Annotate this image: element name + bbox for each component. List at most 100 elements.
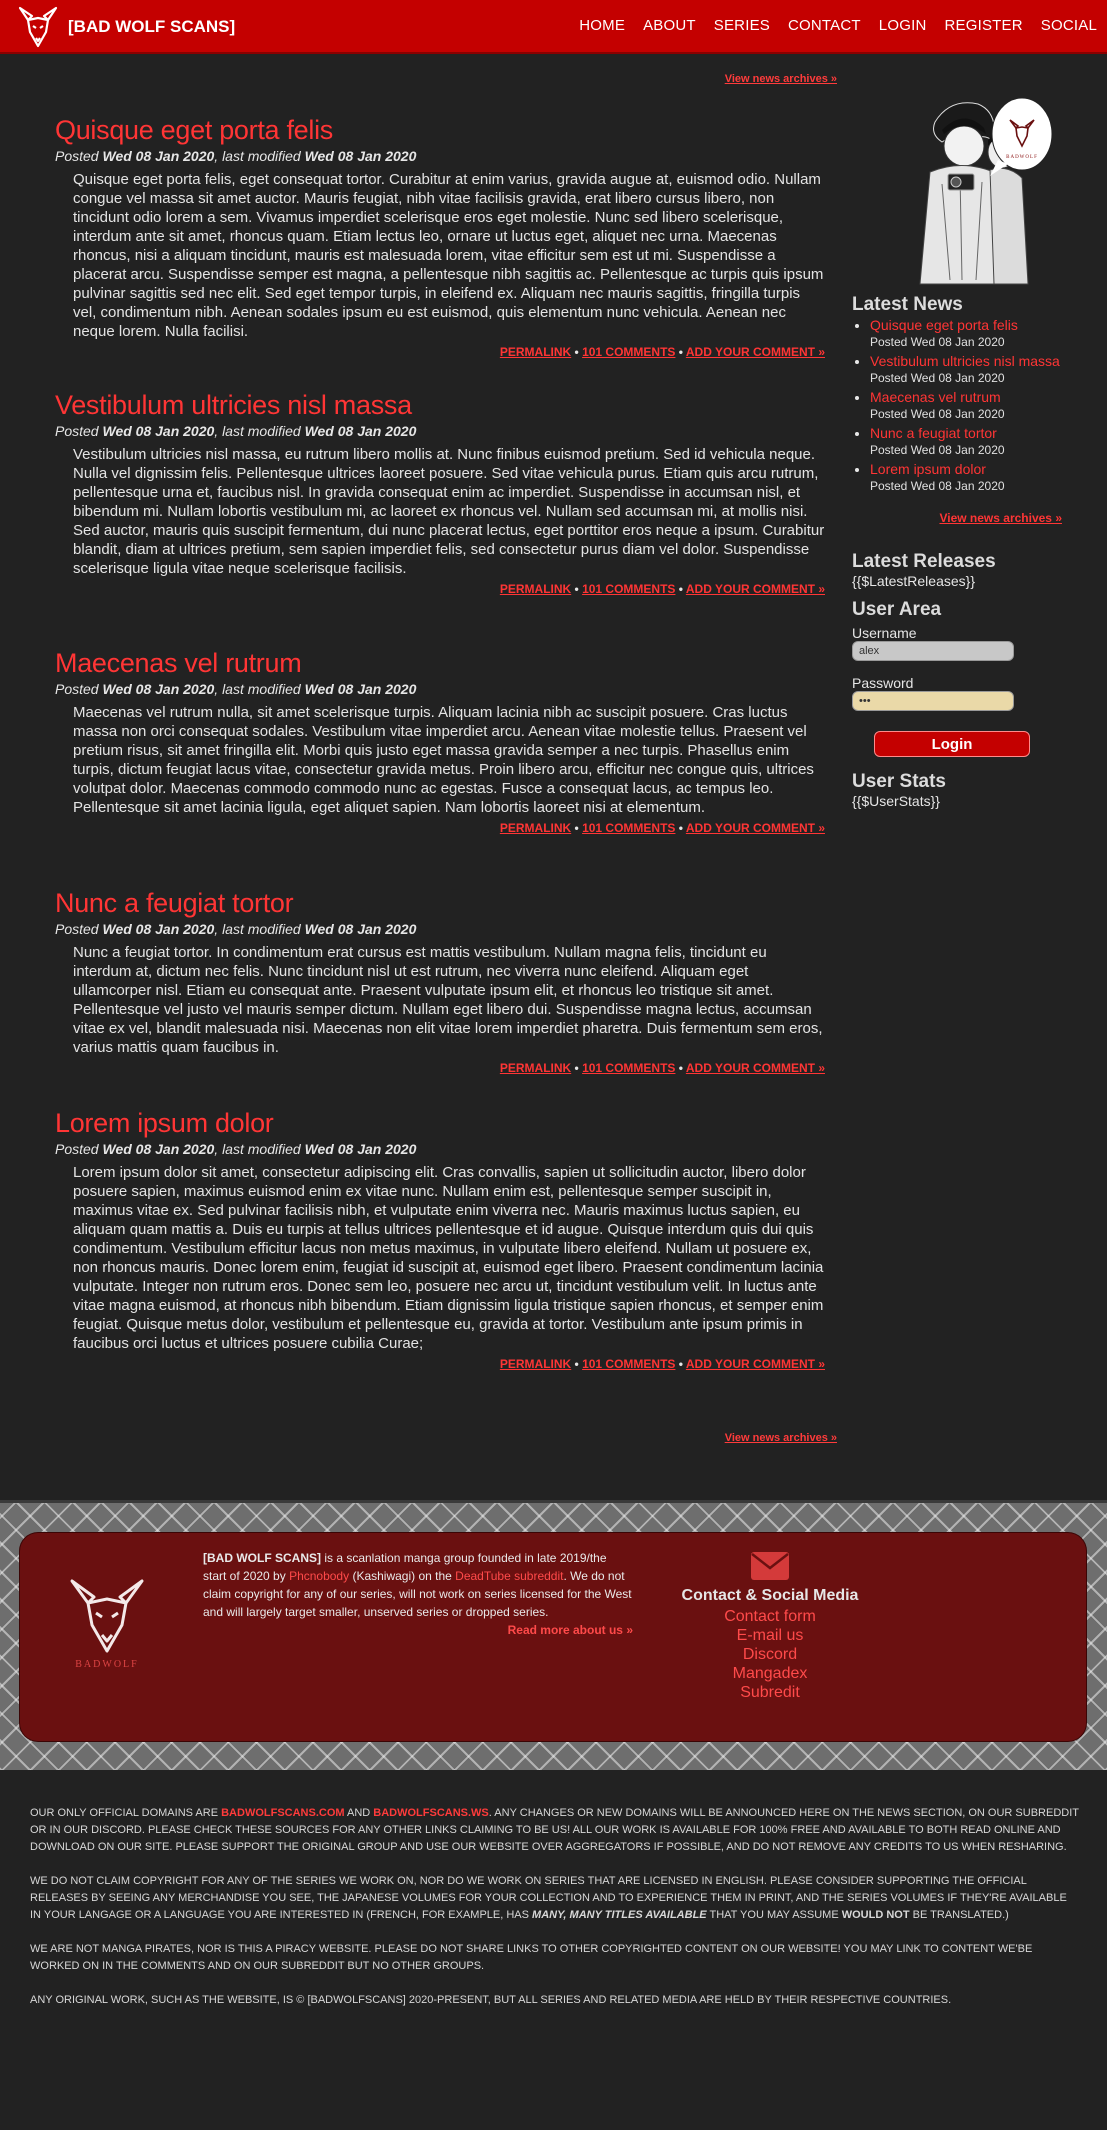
site-brand[interactable]: [BAD WOLF SCANS]	[68, 17, 235, 37]
news-item-date: Posted Wed 08 Jan 2020	[870, 335, 1005, 349]
modified-label: , last modified	[214, 148, 301, 164]
permalink-link[interactable]: PERMALINK	[500, 582, 571, 596]
posted-label: Posted	[55, 148, 99, 164]
about-brand: [BAD WOLF SCANS]	[203, 1551, 321, 1565]
permalink-link[interactable]: PERMALINK	[500, 1061, 571, 1075]
news-item-link[interactable]: Vestibulum ultricies nisl massa	[870, 353, 1060, 369]
sidebar-archives-link[interactable]: View news archives »	[852, 511, 1062, 525]
post-title[interactable]: Lorem ipsum dolor	[55, 1107, 825, 1139]
modified-label: , last modified	[214, 681, 301, 697]
post-actions: PERMALINK • 101 COMMENTS • ADD YOUR COMM…	[499, 1357, 825, 1371]
domain-link-ws[interactable]: BADWOLFSCANS.WS	[373, 1807, 489, 1819]
username-field[interactable]	[852, 641, 1014, 661]
read-more-link[interactable]: Read more about us »	[203, 1621, 633, 1639]
legal-text: AND	[344, 1807, 374, 1819]
posted-label: Posted	[55, 423, 99, 439]
post-body: Quisque eget porta felis, eget consequat…	[73, 171, 824, 340]
nav-contact[interactable]: CONTACT	[788, 17, 861, 34]
subreddit-link[interactable]: Subredit	[660, 1683, 880, 1702]
nav-login[interactable]: LOGIN	[879, 17, 927, 34]
post-title[interactable]: Vestibulum ultricies nisl massa	[55, 389, 825, 421]
posted-date: Wed 08 Jan 2020	[102, 681, 215, 697]
nav-home[interactable]: HOME	[579, 17, 625, 34]
list-item: Lorem ipsum dolor Posted Wed 08 Jan 2020	[870, 460, 1062, 493]
post-meta: Posted Wed 08 Jan 2020, last modified We…	[55, 920, 825, 938]
nav-register[interactable]: REGISTER	[944, 17, 1022, 34]
comments-link[interactable]: 101 COMMENTS	[582, 1357, 675, 1371]
discord-link[interactable]: Discord	[660, 1645, 880, 1664]
modified-label: , last modified	[214, 921, 301, 937]
permalink-link[interactable]: PERMALINK	[500, 821, 571, 835]
modified-date: Wed 08 Jan 2020	[304, 1141, 417, 1157]
post-body: Maecenas vel rutrum nulla, sit amet scel…	[73, 704, 814, 816]
news-item-date: Posted Wed 08 Jan 2020	[870, 443, 1005, 457]
wolf-logo-icon[interactable]	[16, 4, 60, 50]
legal-text: THAT YOU MAY ASSUME	[706, 1909, 842, 1921]
news-item-link[interactable]: Maecenas vel rutrum	[870, 389, 1001, 405]
add-comment-link[interactable]: ADD YOUR COMMENT »	[686, 1357, 825, 1371]
post-actions: PERMALINK • 101 COMMENTS • ADD YOUR COMM…	[499, 821, 825, 835]
footer-band: BADWOLF [BAD WOLF SCANS] is a scanlation…	[0, 1500, 1107, 1770]
footer-logo: BADWOLF	[62, 1573, 152, 1670]
posted-label: Posted	[55, 681, 99, 697]
permalink-link[interactable]: PERMALINK	[500, 1357, 571, 1371]
comments-link[interactable]: 101 COMMENTS	[582, 821, 675, 835]
footer-logo-text: BADWOLF	[75, 1659, 138, 1669]
mangadex-link[interactable]: Mangadex	[660, 1664, 880, 1683]
manga-character-illustration: BADWOLF	[890, 94, 1060, 294]
post-body: Vestibulum ultricies nisl massa, eu rutr…	[73, 446, 825, 577]
news-archives-link-bottom[interactable]: View news archives »	[725, 1432, 837, 1444]
comments-link[interactable]: 101 COMMENTS	[582, 582, 675, 596]
news-item-date: Posted Wed 08 Jan 2020	[870, 407, 1005, 421]
post-meta: Posted Wed 08 Jan 2020, last modified We…	[55, 147, 825, 165]
character-illustration-icon: BADWOLF	[890, 94, 1060, 294]
post-actions: PERMALINK • 101 COMMENTS • ADD YOUR COMM…	[499, 345, 825, 359]
contact-title: Contact & Social Media	[681, 1587, 859, 1604]
legal-emphasis: MANY, MANY TITLES AVAILABLE	[532, 1909, 707, 1921]
contact-form-link[interactable]: Contact form	[660, 1607, 880, 1626]
add-comment-link[interactable]: ADD YOUR COMMENT »	[686, 582, 825, 596]
news-feed: Quisque eget porta felis Posted Wed 08 J…	[55, 114, 825, 1407]
posted-label: Posted	[55, 1141, 99, 1157]
password-field[interactable]	[852, 691, 1014, 711]
latest-releases-heading: Latest Releases	[852, 551, 996, 572]
add-comment-link[interactable]: ADD YOUR COMMENT »	[686, 345, 825, 359]
user-stats-content: {{$UserStats}}	[852, 793, 940, 809]
comments-link[interactable]: 101 COMMENTS	[582, 1061, 675, 1075]
add-comment-link[interactable]: ADD YOUR COMMENT »	[686, 1061, 825, 1075]
modified-date: Wed 08 Jan 2020	[304, 921, 417, 937]
post-actions: PERMALINK • 101 COMMENTS • ADD YOUR COMM…	[499, 1061, 825, 1075]
email-link[interactable]: E-mail us	[660, 1626, 880, 1645]
nav-series[interactable]: SERIES	[714, 17, 770, 34]
news-archives-link-top[interactable]: View news archives »	[725, 73, 837, 85]
news-item-link[interactable]: Lorem ipsum dolor	[870, 461, 986, 477]
subreddit-link[interactable]: DeadTube subreddit	[455, 1569, 563, 1583]
news-item-link[interactable]: Quisque eget porta felis	[870, 317, 1018, 333]
add-comment-link[interactable]: ADD YOUR COMMENT »	[686, 821, 825, 835]
post-title[interactable]: Maecenas vel rutrum	[55, 647, 825, 679]
modified-label: , last modified	[214, 423, 301, 439]
legal-paragraph-domains: OUR ONLY OFFICIAL DOMAINS ARE BADWOLFSCA…	[30, 1805, 1080, 1856]
permalink-link[interactable]: PERMALINK	[500, 345, 571, 359]
posted-date: Wed 08 Jan 2020	[102, 921, 215, 937]
list-item: Nunc a feugiat tortor Posted Wed 08 Jan 2…	[870, 424, 1062, 457]
nav-links: HOME ABOUT SERIES CONTACT LOGIN REGISTER…	[561, 17, 1097, 34]
list-item: Maecenas vel rutrum Posted Wed 08 Jan 202…	[870, 388, 1062, 421]
login-button[interactable]: Login	[874, 731, 1030, 757]
comments-link[interactable]: 101 COMMENTS	[582, 345, 675, 359]
founder-link[interactable]: Phcnobody	[289, 1569, 349, 1583]
post-meta: Posted Wed 08 Jan 2020, last modified We…	[55, 680, 825, 698]
legal-paragraph-copyright: WE DO NOT CLAIM COPYRIGHT FOR ANY OF THE…	[30, 1873, 1080, 1924]
post-title[interactable]: Quisque eget porta felis	[55, 114, 825, 146]
post-title[interactable]: Nunc a feugiat tortor	[55, 887, 825, 919]
legal-paragraph-piracy: WE ARE NOT MANGA PIRATES, NOR IS THIS A …	[30, 1943, 1033, 1972]
news-item-link[interactable]: Nunc a feugiat tortor	[870, 425, 997, 441]
modified-date: Wed 08 Jan 2020	[304, 148, 417, 164]
post-body: Nunc a feugiat tortor. In condimentum er…	[73, 944, 823, 1056]
posted-date: Wed 08 Jan 2020	[102, 423, 215, 439]
posted-date: Wed 08 Jan 2020	[102, 148, 215, 164]
nav-about[interactable]: ABOUT	[643, 17, 696, 34]
domain-link-com[interactable]: BADWOLFSCANS.COM	[221, 1807, 344, 1819]
nav-social[interactable]: SOCIAL	[1041, 17, 1097, 34]
list-item: Vestibulum ultricies nisl massa Posted We…	[870, 352, 1062, 385]
